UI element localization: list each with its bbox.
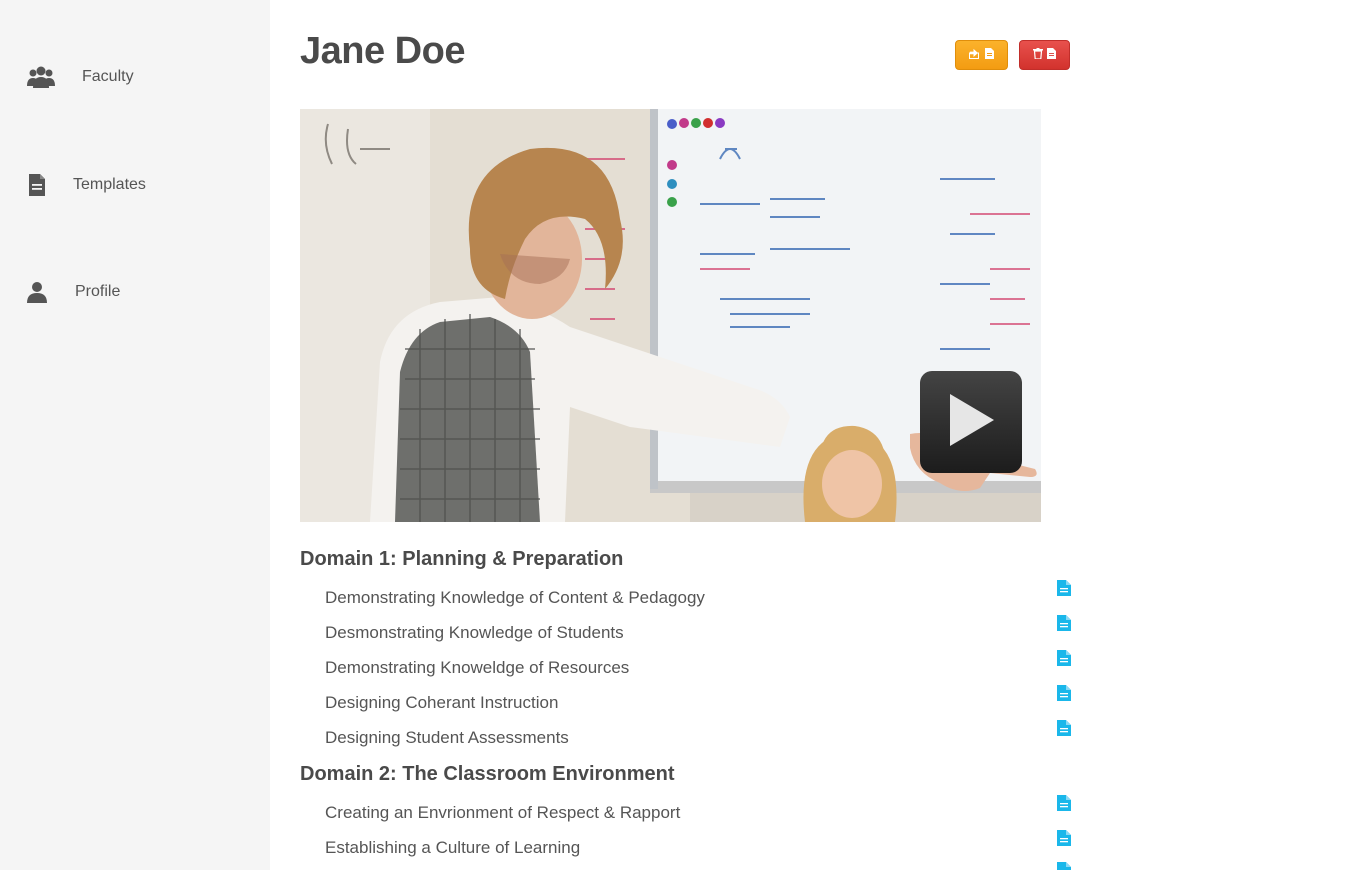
users-icon [26, 64, 56, 90]
document-icon[interactable] [1057, 795, 1071, 811]
list-item[interactable]: Demonstrating Knowledge of Content & Ped… [325, 588, 705, 608]
document-icon[interactable] [1057, 685, 1071, 701]
delete-button[interactable] [1019, 40, 1070, 70]
sidebar-item-label: Faculty [82, 68, 134, 85]
list-item[interactable]: Creating an Envrionment of Respect & Rap… [325, 803, 680, 823]
list-item[interactable]: Desmonstrating Knowledge of Students [325, 623, 624, 643]
document-icon[interactable] [1057, 830, 1071, 846]
sidebar-item-profile[interactable]: Profile [0, 271, 270, 311]
trash-icon [1033, 46, 1043, 64]
video-player[interactable] [300, 109, 1041, 522]
page-title: Jane Doe [300, 30, 465, 72]
domain-title: Domain 1: Planning & Preparation [300, 548, 624, 570]
list-item[interactable]: Designing Coherant Instruction [325, 693, 558, 713]
document-icon[interactable] [1057, 862, 1071, 870]
sidebar-item-label: Templates [73, 176, 146, 193]
play-button[interactable] [920, 371, 1022, 473]
user-icon [26, 279, 56, 305]
document-icon[interactable] [1057, 720, 1071, 736]
sidebar-item-label: Profile [75, 283, 121, 300]
domain-title: Domain 2: The Classroom Environment [300, 763, 675, 785]
list-item[interactable]: Establishing a Culture of Learning [325, 838, 580, 858]
sidebar: Faculty Templates Profile [0, 0, 270, 870]
list-item[interactable]: Demonstrating Knoweldge of Resources [325, 658, 629, 678]
play-icon [946, 392, 996, 453]
file-icon [985, 46, 994, 64]
document-icon[interactable] [1057, 650, 1071, 666]
share-button[interactable] [955, 40, 1008, 70]
document-icon [26, 172, 56, 198]
file-icon [1047, 46, 1056, 64]
share-icon [969, 46, 981, 64]
document-icon[interactable] [1057, 615, 1071, 631]
list-item[interactable]: Designing Student Assessments [325, 728, 569, 748]
sidebar-item-templates[interactable]: Templates [0, 164, 270, 204]
sidebar-item-faculty[interactable]: Faculty [0, 56, 270, 96]
document-icon[interactable] [1057, 580, 1071, 596]
